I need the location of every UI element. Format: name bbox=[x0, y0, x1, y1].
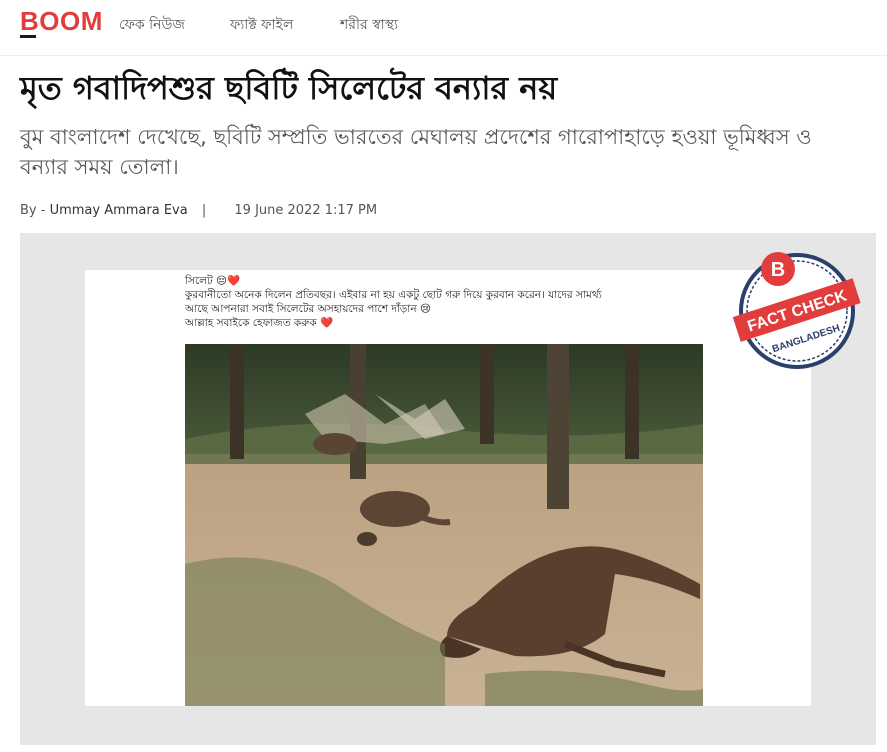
nav-item-health[interactable]: শরীর স্বাস্থ্য bbox=[340, 13, 398, 37]
article-subtitle: বুম বাংলাদেশ দেখেছে, ছবিটি সম্প্রতি ভারত… bbox=[20, 125, 812, 179]
byline-prefix: By - bbox=[20, 203, 46, 218]
author-link[interactable]: Ummay Ammara Eva bbox=[50, 203, 188, 218]
fact-check-stamp: B FACT CHECK BANGLADESH bbox=[732, 252, 861, 369]
nav-item-fake-news[interactable]: ফেক নিউজ bbox=[119, 13, 185, 37]
top-navigation-bar: BOOM ফেক নিউজ ফ্যাক্ট ফাইল শরীর স্বাস্থ্… bbox=[0, 0, 887, 48]
post-line: কুরবানীতো অনেক দিলেন প্রতিবছর। এইবার না … bbox=[185, 289, 602, 301]
header-divider bbox=[0, 55, 887, 56]
social-post-text: সিলেট 😔❤️ কুরবানীতো অনেক দিলেন প্রতিবছর।… bbox=[185, 274, 705, 330]
byline: By - Ummay Ammara Eva | 19 June 2022 1:1… bbox=[20, 203, 377, 218]
flood-photo bbox=[185, 344, 703, 706]
byline-separator: | bbox=[201, 203, 207, 218]
hero-image: সিলেট 😔❤️ কুরবানীতো অনেক দিলেন প্রতিবছর।… bbox=[20, 233, 876, 745]
post-line: আল্লাহ সবাইকে হেফাজত করুক ❤️ bbox=[185, 317, 334, 329]
logo-text: BOOM bbox=[20, 6, 103, 36]
post-line: সিলেট 😔❤️ bbox=[185, 275, 241, 287]
article-title: মৃত গবাদিপশুর ছবিটি সিলেটের বন্যার নয় bbox=[20, 69, 558, 107]
logo-underline bbox=[20, 35, 36, 38]
stamp-letter: B bbox=[771, 259, 785, 281]
post-line: আছে আপনারা সবাই সিলেটের অসহায়দের পাশে দ… bbox=[185, 303, 431, 315]
nav-item-fact-file[interactable]: ফ্যাক্ট ফাইল bbox=[230, 13, 293, 37]
boom-logo[interactable]: BOOM bbox=[20, 6, 103, 37]
publish-date: 19 June 2022 1:17 PM bbox=[234, 203, 378, 218]
